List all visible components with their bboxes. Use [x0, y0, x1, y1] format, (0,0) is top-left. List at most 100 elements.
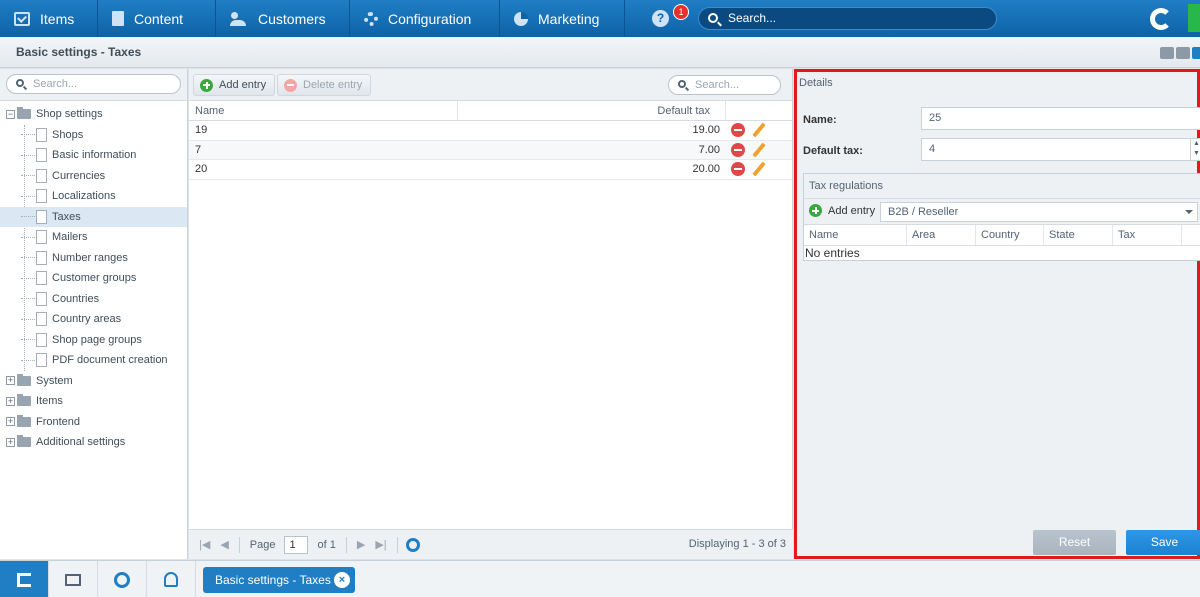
tree-node-shop-settings[interactable]: − Shop settings: [0, 104, 187, 125]
default-tax-field[interactable]: 4 ▲ ▼: [921, 138, 1200, 161]
reg-col-tax[interactable]: Tax: [1113, 225, 1182, 245]
pager-divider: [238, 536, 240, 553]
reg-col-area[interactable]: Area: [907, 225, 976, 245]
tax-spinner[interactable]: ▲ ▼: [1190, 139, 1200, 160]
page-count-label: of 1: [317, 538, 336, 551]
page-number-input[interactable]: 1: [283, 535, 308, 554]
edit-pencil-icon[interactable]: [752, 122, 766, 138]
pager-divider: [345, 536, 347, 553]
tree-leaf[interactable]: Number ranges: [0, 248, 187, 269]
customer-group-value: B2B / Reseller: [888, 206, 959, 218]
save-button[interactable]: Save: [1126, 530, 1200, 555]
prev-page-icon[interactable]: ◀: [220, 538, 228, 551]
tree-leaf[interactable]: Country areas: [0, 309, 187, 330]
last-page-icon[interactable]: ▶|: [375, 538, 386, 551]
maximize-icon[interactable]: [1176, 47, 1190, 59]
tree-leaf[interactable]: Customer groups: [0, 268, 187, 289]
cell-default-tax: 7.00: [698, 143, 720, 156]
tree-leaf[interactable]: Shop page groups: [0, 330, 187, 351]
delete-entry-button[interactable]: Delete entry: [277, 74, 372, 96]
nav-marketing[interactable]: Marketing: [500, 0, 625, 37]
reset-button[interactable]: Reset: [1033, 530, 1116, 555]
nav-configuration[interactable]: Configuration: [350, 0, 500, 37]
first-page-icon[interactable]: |◀: [199, 538, 210, 551]
tree-leaf-label: Country areas: [52, 313, 122, 326]
table-row[interactable]: 7 7.00: [189, 140, 792, 160]
taskbar-window-tab[interactable]: Basic settings - Taxes ×: [203, 567, 355, 593]
close-icon[interactable]: ×: [334, 572, 350, 588]
tree-leaf[interactable]: Localizations: [0, 186, 187, 207]
edit-pencil-icon[interactable]: [752, 161, 766, 177]
dashboard-button[interactable]: [98, 561, 147, 597]
global-search-input[interactable]: Search...: [698, 7, 997, 30]
cell-default-tax: 20.00: [692, 163, 720, 176]
tree-node[interactable]: + Frontend: [0, 412, 187, 433]
nav-items[interactable]: Items: [0, 0, 98, 37]
expand-icon[interactable]: +: [6, 417, 15, 427]
grid-search-input[interactable]: Search...: [668, 75, 781, 95]
collapse-icon[interactable]: −: [6, 109, 15, 119]
tree-node[interactable]: + System: [0, 371, 187, 392]
tree-leaf[interactable]: Basic information: [0, 145, 187, 166]
add-regulation-button[interactable]: Add entry: [809, 204, 875, 217]
cell-default-tax: 19.00: [692, 124, 720, 137]
tree-leaf[interactable]: Shops: [0, 125, 187, 146]
tree-node-label: Items: [36, 395, 63, 408]
delete-row-icon[interactable]: [731, 162, 745, 177]
windows-button[interactable]: [49, 561, 98, 597]
edit-pencil-icon[interactable]: [752, 142, 766, 158]
customer-group-select[interactable]: B2B / Reseller: [880, 202, 1198, 222]
table-row[interactable]: 20 20.00: [189, 160, 792, 180]
delete-row-icon[interactable]: [731, 142, 745, 157]
notifications-button[interactable]: [147, 561, 196, 597]
help-icon[interactable]: ?: [652, 10, 669, 27]
tree-node-label: Additional settings: [36, 436, 126, 449]
tree-node[interactable]: + Items: [0, 391, 187, 412]
add-entry-button[interactable]: Add entry: [193, 74, 276, 96]
tree-search-placeholder: Search...: [33, 78, 78, 90]
reg-col-country[interactable]: Country: [976, 225, 1044, 245]
details-title: Details: [799, 77, 833, 89]
expand-icon[interactable]: +: [6, 437, 15, 447]
name-field[interactable]: 25: [921, 107, 1200, 130]
tree-search-input[interactable]: Search...: [6, 74, 181, 94]
logout-button[interactable]: [0, 561, 49, 597]
refresh-icon[interactable]: [405, 537, 420, 552]
reg-col-state[interactable]: State: [1044, 225, 1113, 245]
notification-badge[interactable]: 1: [673, 4, 689, 20]
nav-items-label: Items: [40, 10, 75, 27]
table-row[interactable]: 19 19.00: [189, 121, 792, 141]
chevron-down-icon[interactable]: [1185, 210, 1193, 214]
tree-leaf[interactable]: Currencies: [0, 166, 187, 187]
column-header-default-tax[interactable]: Default tax: [458, 101, 726, 120]
column-header-name[interactable]: Name: [189, 101, 458, 120]
spin-down-icon[interactable]: ▼: [1191, 149, 1200, 159]
tree-leaf[interactable]: Countries: [0, 289, 187, 310]
settings-tree-panel: Search... − Shop settings Shops Basic inf…: [0, 69, 188, 559]
tree-node[interactable]: + Additional settings: [0, 432, 187, 453]
spin-up-icon[interactable]: ▲: [1191, 139, 1200, 149]
windows-icon: [65, 573, 81, 586]
nav-configuration-label: Configuration: [388, 10, 472, 27]
tree-leaf[interactable]: Taxes: [0, 206, 187, 227]
nav-marketing-label: Marketing: [538, 10, 600, 27]
expand-icon[interactable]: +: [6, 396, 15, 406]
document-icon: [36, 291, 47, 306]
reg-col-name[interactable]: Name: [804, 225, 907, 245]
next-page-icon[interactable]: ▶: [357, 538, 365, 551]
delete-row-icon[interactable]: [731, 123, 745, 138]
document-icon: [36, 332, 47, 347]
tree-connector: [21, 236, 35, 238]
tree-leaf[interactable]: Mailers: [0, 227, 187, 248]
delete-icon: [284, 78, 297, 92]
grid-pager: |◀ ◀ Page 1 of 1 ▶ ▶| Displaying 1 - 3 o…: [189, 529, 793, 559]
settings-tree: − Shop settings Shops Basic information Cu…: [0, 101, 187, 453]
tree-leaf[interactable]: PDF document creation: [0, 350, 187, 371]
nav-content[interactable]: Content: [98, 0, 216, 37]
minimize-icon[interactable]: [1160, 47, 1174, 59]
expand-icon[interactable]: +: [6, 376, 15, 386]
window-titlebar[interactable]: Basic settings - Taxes: [0, 37, 1200, 68]
empty-text: No entries: [805, 246, 860, 260]
nav-customers[interactable]: Customers: [216, 0, 350, 37]
close-icon[interactable]: [1192, 47, 1200, 59]
